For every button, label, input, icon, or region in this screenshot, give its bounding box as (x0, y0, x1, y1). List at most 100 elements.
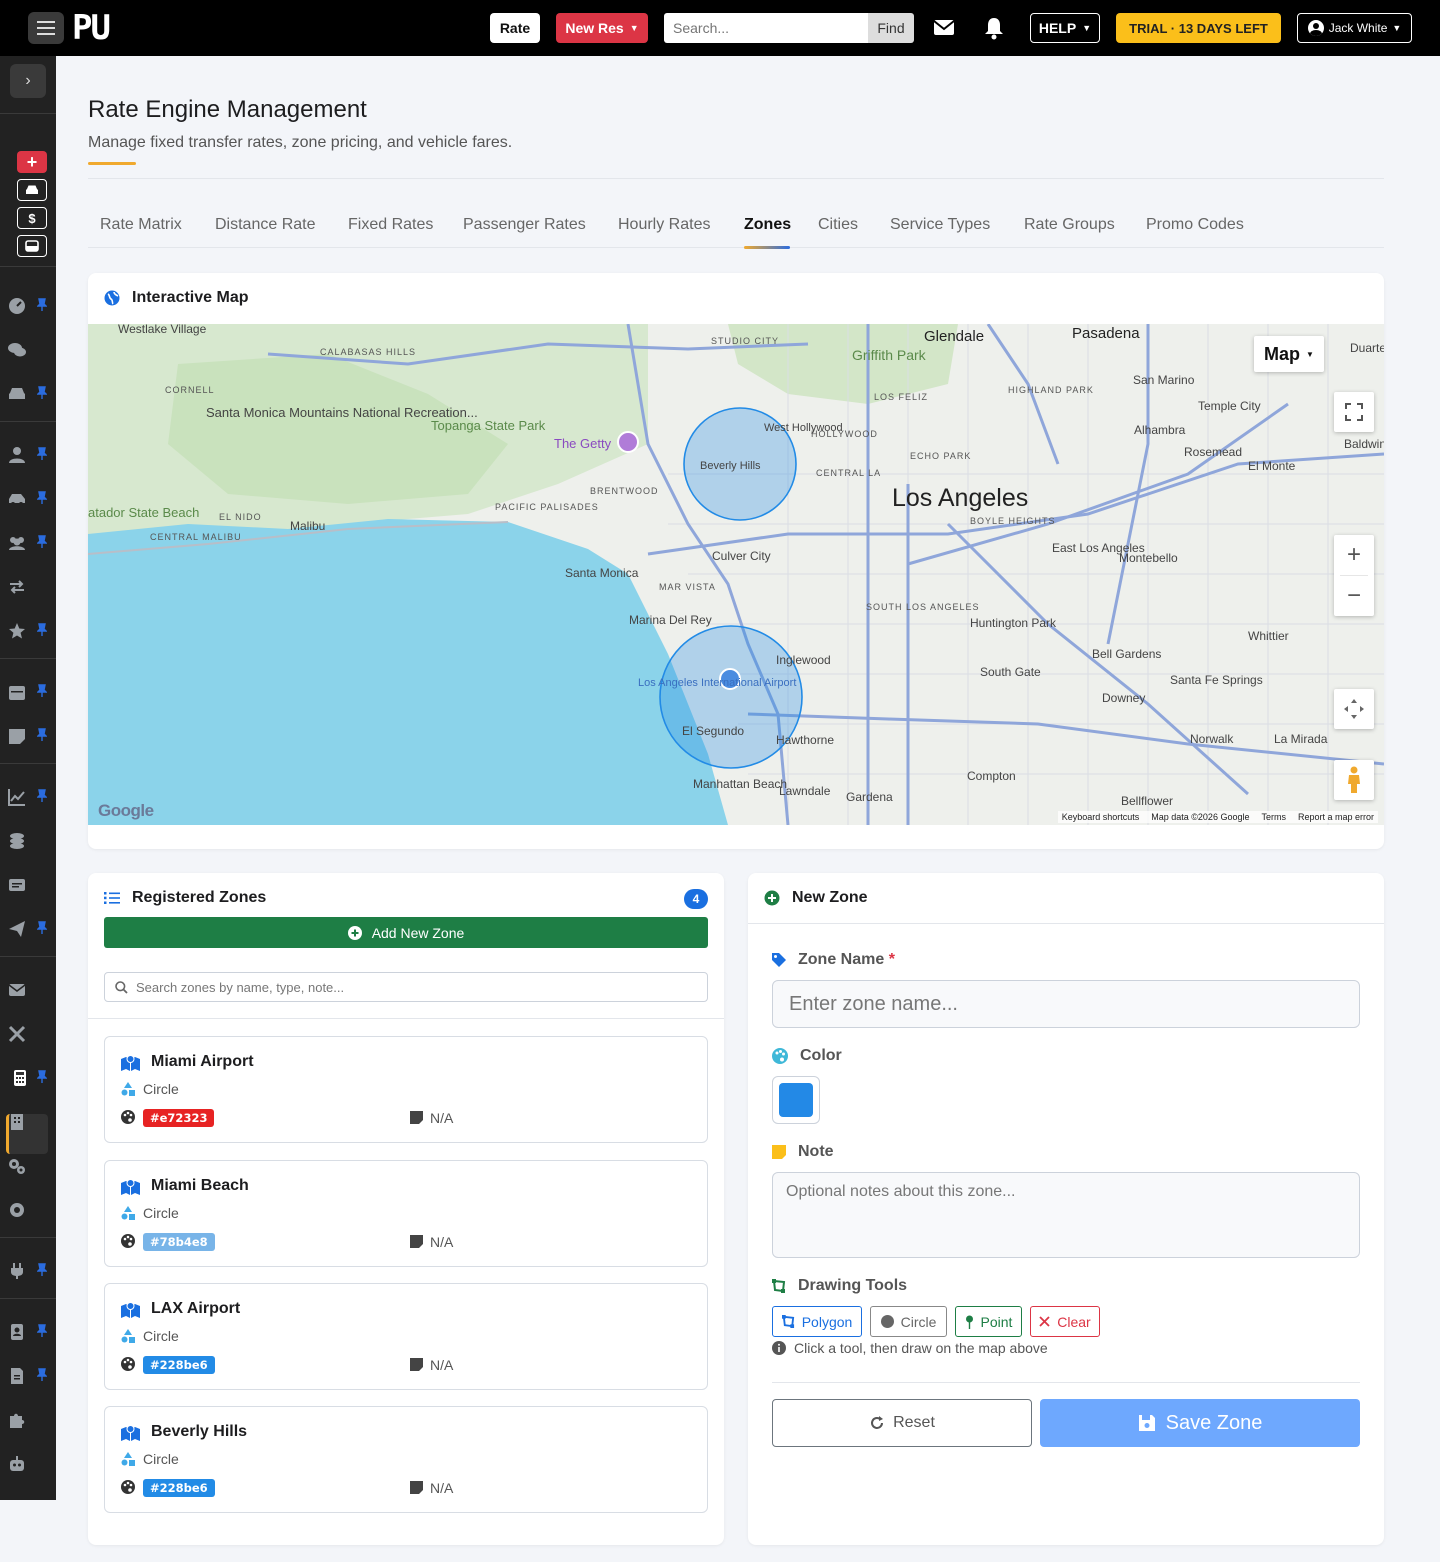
globe-icon (104, 290, 120, 306)
help-dropdown-button[interactable]: HELP ▼ (1030, 13, 1100, 43)
car-icon[interactable] (8, 385, 26, 403)
user-menu-button[interactable]: Jack White ▼ (1297, 13, 1412, 43)
find-button[interactable]: Find (868, 13, 914, 43)
coins-icon[interactable] (8, 832, 26, 850)
pin-icon[interactable] (37, 789, 47, 803)
clear-tool-button[interactable]: Clear (1030, 1306, 1100, 1337)
car-icon[interactable] (17, 179, 47, 201)
global-search-input[interactable] (664, 13, 868, 43)
tab-rate-groups[interactable]: Rate Groups (1024, 216, 1115, 234)
star-icon[interactable] (8, 622, 26, 640)
inbox-icon[interactable] (17, 235, 47, 257)
car-side-icon[interactable] (8, 490, 26, 508)
add-new-zone-button[interactable]: Add New Zone (104, 917, 708, 948)
zone-list-item[interactable]: Miami Airport Circle #e72323 N/A (104, 1036, 708, 1143)
polygon-tool-button[interactable]: Polygon (772, 1306, 862, 1337)
street-view-pegman-button[interactable] (1334, 760, 1374, 800)
paper-plane-icon[interactable] (8, 920, 26, 938)
zone-name-label-text: Zone Name (798, 951, 885, 968)
map-type-dropdown[interactable]: Map ▼ (1254, 336, 1324, 372)
pin-icon[interactable] (37, 623, 47, 637)
shapes-icon (121, 1082, 135, 1096)
pin-icon[interactable] (37, 728, 47, 742)
tools-icon[interactable] (8, 1025, 26, 1043)
puzzle-icon[interactable] (8, 1411, 26, 1429)
gear-icon[interactable] (8, 1201, 26, 1219)
chat-icon[interactable] (8, 341, 26, 359)
id-card-icon[interactable] (8, 876, 26, 894)
envelope-icon[interactable] (932, 16, 956, 40)
add-new-zone-label: Add New Zone (371, 924, 465, 941)
pin-icon[interactable] (37, 921, 47, 935)
pin-icon[interactable] (37, 1070, 47, 1084)
sidebar-expand-button[interactable]: › (10, 64, 46, 98)
interactive-map[interactable]: Los Angeles Glendale Pasadena Santa Moni… (88, 324, 1384, 825)
sticky-note-icon (410, 1235, 423, 1248)
camera-control-button[interactable] (1334, 689, 1374, 729)
zone-list-item[interactable]: LAX Airport Circle #228be6 N/A (104, 1283, 708, 1390)
tab-cities[interactable]: Cities (818, 216, 858, 234)
quick-add-icon[interactable]: + (17, 151, 47, 173)
zone-search-input[interactable] (136, 979, 696, 995)
pin-icon[interactable] (37, 447, 47, 461)
pin-icon[interactable] (37, 1324, 47, 1338)
tab-fixed-rates[interactable]: Fixed Rates (348, 216, 433, 234)
new-reservation-button[interactable]: New Res ▼ (556, 13, 648, 43)
plus-circle-icon (347, 925, 362, 940)
hamburger-menu-button[interactable] (28, 12, 64, 44)
map-canvas[interactable]: Los Angeles Glendale Pasadena Santa Moni… (88, 324, 1384, 825)
plug-icon[interactable] (8, 1262, 26, 1280)
user-icon[interactable] (8, 446, 26, 464)
reset-button[interactable]: Reset (772, 1399, 1032, 1447)
dollar-icon[interactable]: $ (17, 207, 47, 229)
envelope-icon[interactable] (8, 981, 26, 999)
cogs-icon[interactable] (8, 1157, 26, 1175)
fullscreen-button[interactable] (1334, 392, 1374, 432)
bell-icon[interactable] (982, 16, 1006, 40)
zoom-in-button[interactable]: + (1334, 535, 1374, 575)
zone-note-textarea[interactable] (772, 1172, 1360, 1258)
pin-icon[interactable] (37, 491, 47, 505)
rate-button[interactable]: Rate (490, 13, 540, 43)
help-label: HELP (1038, 20, 1077, 36)
sticky-note-icon[interactable] (8, 727, 26, 745)
zoom-out-button[interactable]: − (1334, 576, 1374, 616)
zone-name-input[interactable] (772, 980, 1360, 1028)
pin-icon[interactable] (37, 386, 47, 400)
terms-link[interactable]: Terms (1261, 812, 1286, 822)
tab-passenger-rates[interactable]: Passenger Rates (463, 216, 586, 234)
tab-hourly-rates[interactable]: Hourly Rates (618, 216, 710, 234)
color-swatch (779, 1083, 813, 1117)
building-icon[interactable] (8, 1113, 26, 1131)
save-zone-button[interactable]: Save Zone (1040, 1399, 1360, 1447)
tab-zones[interactable]: Zones (744, 216, 791, 234)
users-group-icon[interactable] (8, 534, 26, 552)
tab-distance-rate[interactable]: Distance Rate (215, 216, 316, 234)
robot-icon[interactable] (8, 1455, 26, 1473)
trial-status-button[interactable]: TRIAL · 13 DAYS LEFT (1116, 13, 1281, 43)
pin-icon[interactable] (37, 535, 47, 549)
tab-promo-codes[interactable]: Promo Codes (1146, 216, 1244, 234)
keyboard-shortcuts-link[interactable]: Keyboard shortcuts (1062, 812, 1140, 822)
calendar-icon[interactable] (8, 683, 26, 701)
map-label-duarte: Duarte (1350, 341, 1384, 355)
pin-icon[interactable] (37, 1368, 47, 1382)
app-logo[interactable]: PU (72, 8, 111, 48)
address-book-icon[interactable] (8, 1323, 26, 1341)
tab-service-types[interactable]: Service Types (890, 216, 990, 234)
circle-tool-button[interactable]: Circle (870, 1306, 947, 1337)
pin-icon[interactable] (37, 684, 47, 698)
zone-list-item[interactable]: Miami Beach Circle #78b4e8 N/A (104, 1160, 708, 1267)
calculator-icon[interactable] (11, 1069, 29, 1087)
exchange-icon[interactable] (8, 578, 26, 596)
dashboard-gauge-icon[interactable] (8, 297, 26, 315)
line-chart-icon[interactable] (8, 788, 26, 806)
color-picker[interactable] (772, 1076, 820, 1124)
point-tool-button[interactable]: Point (955, 1306, 1022, 1337)
zone-list-item[interactable]: Beverly Hills Circle #228be6 N/A (104, 1406, 708, 1513)
file-invoice-icon[interactable] (8, 1367, 26, 1385)
pin-icon[interactable] (37, 298, 47, 312)
report-map-error-link[interactable]: Report a map error (1298, 812, 1374, 822)
pin-icon[interactable] (37, 1263, 47, 1277)
tab-rate-matrix[interactable]: Rate Matrix (100, 216, 182, 234)
